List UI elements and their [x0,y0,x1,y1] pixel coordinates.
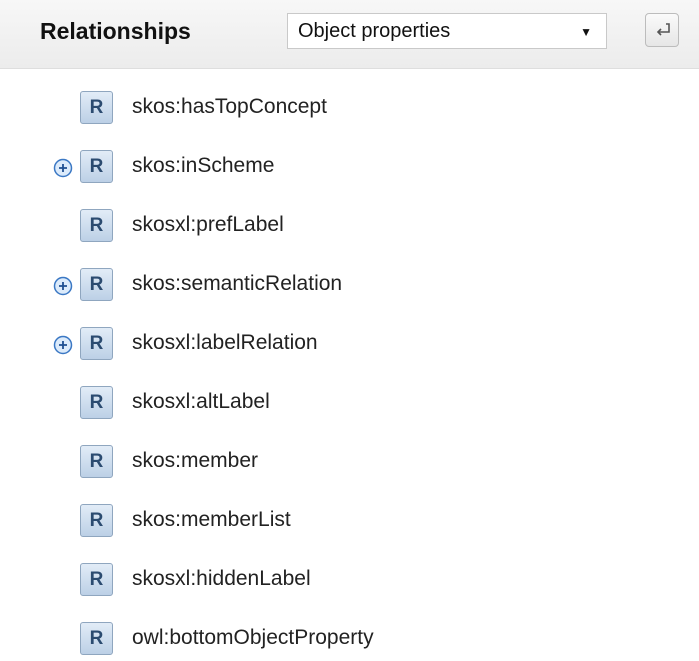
resource-badge-icon: R [80,327,113,360]
resource-badge-icon: R [80,622,113,655]
resource-badge-icon: R [80,563,113,596]
tree-row-label[interactable]: skosxl:labelRelation [132,327,318,358]
panel-title: Relationships [40,18,191,44]
panel-header: Relationships Object properties ▼ [0,0,699,69]
tree-row-3[interactable]: R skos:semanticRelation [0,257,699,316]
resource-badge-icon: R [80,268,113,301]
tree-row-9[interactable]: R owl:bottomObjectProperty [0,611,699,661]
resource-badge-icon: R [80,504,113,537]
tree-row-1[interactable]: R skos:inScheme [0,139,699,198]
refresh-icon [656,23,670,36]
resource-badge-icon: R [80,91,113,124]
property-type-select[interactable]: Object properties ▼ [287,13,607,49]
dropdown-arrow-icon: ▼ [580,25,592,39]
tree-row-0[interactable]: R skos:hasTopConcept [0,80,699,139]
tree-row-8[interactable]: R skosxl:hiddenLabel [0,552,699,611]
resource-badge-icon: R [80,445,113,478]
expand-icon[interactable] [53,335,73,355]
relationships-panel: Relationships Object properties ▼ R skos… [0,0,699,661]
resource-badge-icon: R [80,209,113,242]
expand-icon[interactable] [53,158,73,178]
expand-icon[interactable] [53,276,73,296]
tree-row-label[interactable]: skos:memberList [132,504,291,535]
resource-badge-icon: R [80,150,113,183]
tree-row-label[interactable]: owl:bottomObjectProperty [132,622,374,653]
property-tree: R skos:hasTopConcept R skos:inScheme R s… [0,80,699,661]
tree-row-label[interactable]: skos:inScheme [132,150,274,181]
tree-row-label[interactable]: skosxl:hiddenLabel [132,563,311,594]
tree-row-5[interactable]: R skosxl:altLabel [0,375,699,434]
resource-badge-icon: R [80,386,113,419]
tree-row-label[interactable]: skos:hasTopConcept [132,91,327,122]
tree-row-label[interactable]: skosxl:prefLabel [132,209,284,240]
tree-row-label[interactable]: skos:member [132,445,258,476]
tree-row-4[interactable]: R skosxl:labelRelation [0,316,699,375]
tree-row-6[interactable]: R skos:member [0,434,699,493]
refresh-button[interactable] [645,13,679,47]
select-value: Object properties [298,20,451,42]
tree-row-label[interactable]: skosxl:altLabel [132,386,270,417]
tree-row-2[interactable]: R skosxl:prefLabel [0,198,699,257]
tree-row-7[interactable]: R skos:memberList [0,493,699,552]
tree-row-label[interactable]: skos:semanticRelation [132,268,342,299]
